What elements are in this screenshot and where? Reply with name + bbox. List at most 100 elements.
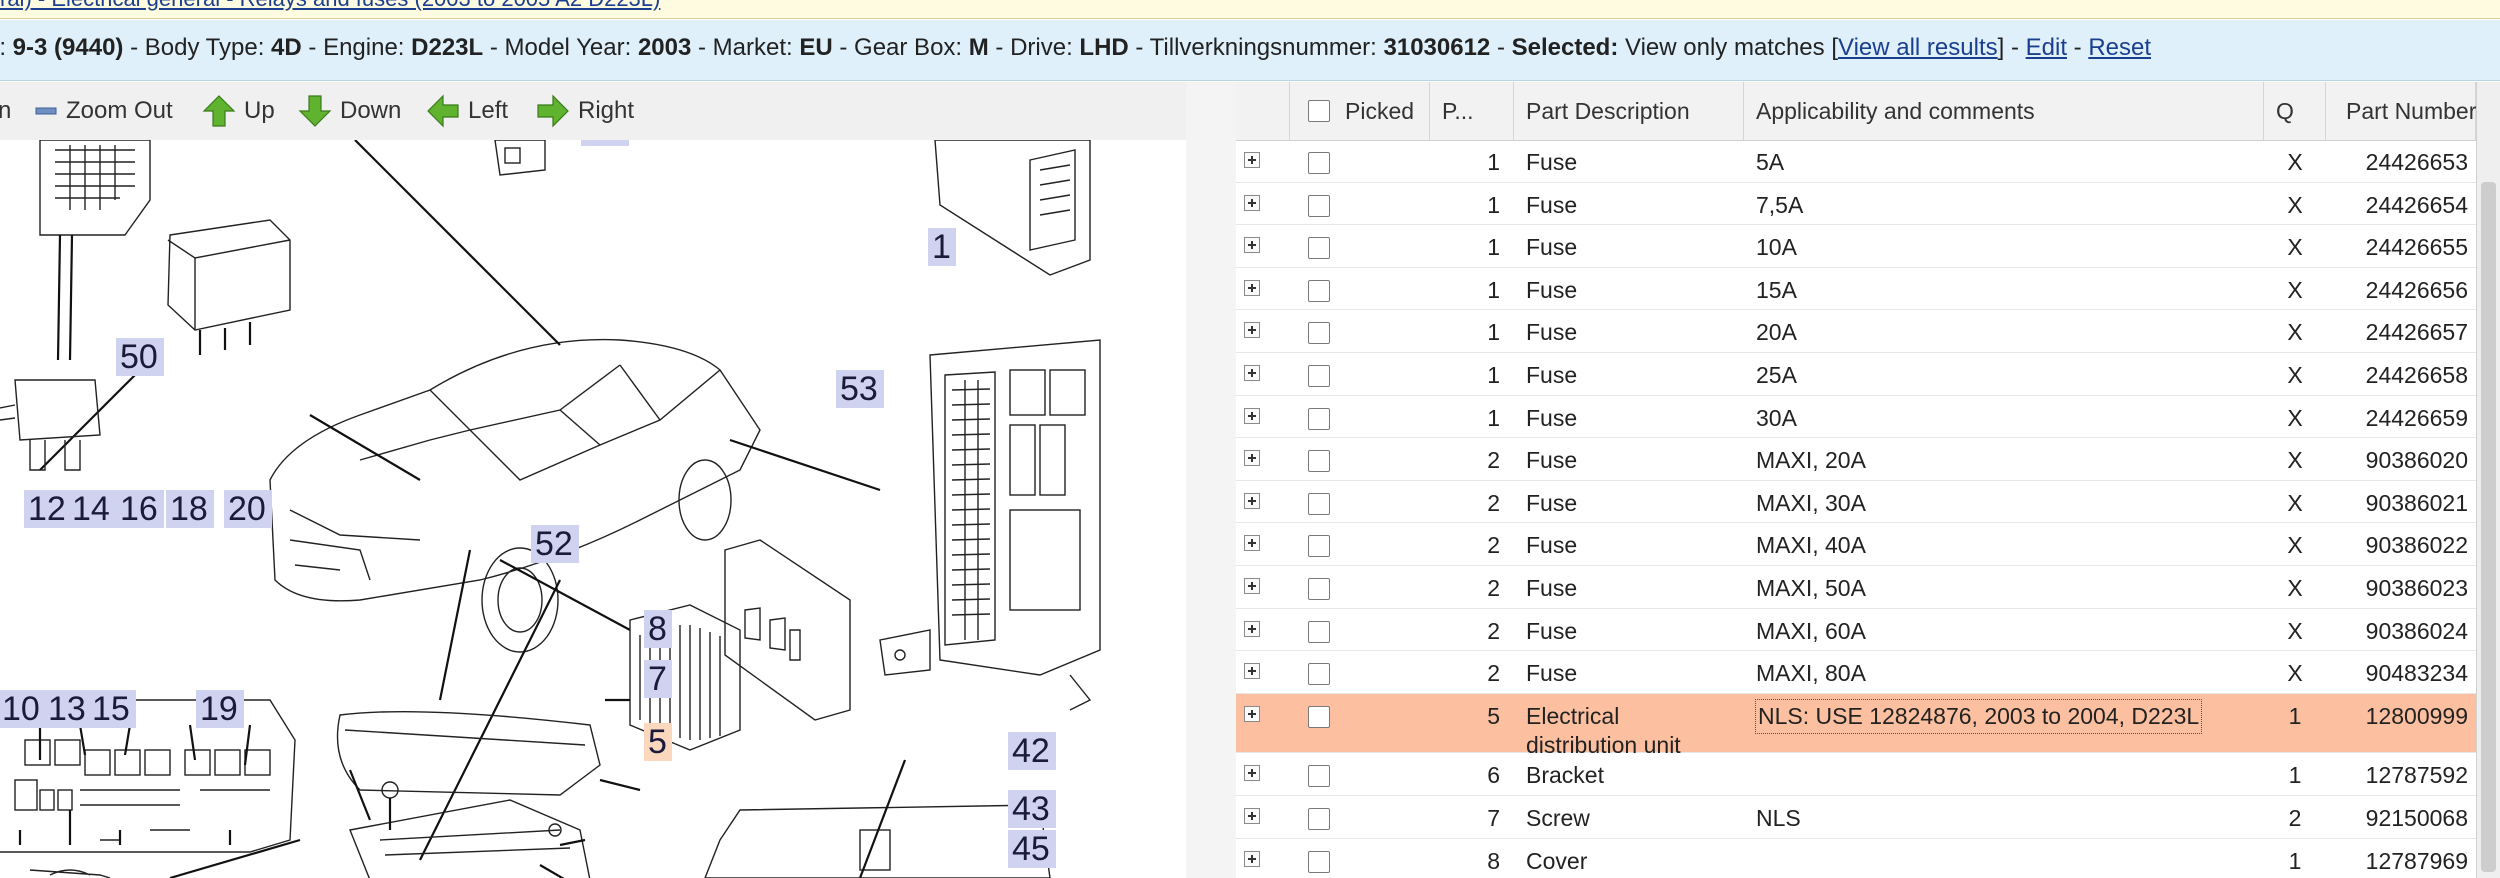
callout-label-42[interactable]: 42 <box>1012 732 1050 770</box>
row-picked-checkbox[interactable] <box>1308 850 1330 873</box>
table-row[interactable]: 1 Fuse 20A X 24426657 <box>1236 310 2476 353</box>
header-part-description[interactable]: Part Description <box>1514 82 1744 140</box>
row-expand-icon[interactable] <box>1244 194 1260 211</box>
row-picked-checkbox[interactable] <box>1308 620 1330 643</box>
header-applicability[interactable]: Applicability and comments <box>1744 82 2264 140</box>
callout-label-5[interactable]: 5 <box>648 723 667 761</box>
scrollbar-thumb[interactable] <box>2481 182 2496 872</box>
callout-label-32[interactable]: 32 <box>585 140 623 146</box>
row-picked-checkbox[interactable] <box>1308 194 1330 217</box>
callout-label-19[interactable]: 19 <box>200 690 238 728</box>
table-row[interactable]: 1 Fuse 5A X 24426653 <box>1236 140 2476 183</box>
parts-diagram[interactable]: 32 1 50 53 52 1214 16 18 20 8 7 5 101315 19 42 4345 <box>0 140 1188 878</box>
row-picked-checkbox[interactable] <box>1308 578 1330 600</box>
row-picked-checkbox[interactable] <box>1308 450 1330 473</box>
row-expand-icon[interactable] <box>1244 808 1260 825</box>
panel-divider[interactable] <box>1186 82 1236 878</box>
row-picked-checkbox[interactable] <box>1308 279 1330 302</box>
row-picked-checkbox[interactable] <box>1308 705 1330 728</box>
row-expand-icon[interactable] <box>1244 279 1260 296</box>
left-button[interactable]: Left <box>426 92 508 130</box>
select-all-checkbox[interactable] <box>1308 100 1330 122</box>
row-expand-icon[interactable] <box>1244 450 1260 467</box>
down-label: Down <box>340 97 402 124</box>
row-expand-icon[interactable] <box>1244 705 1260 722</box>
table-row[interactable]: 2 Fuse MAXI, 30A X 90386021 <box>1236 481 2476 524</box>
header-picked[interactable]: Picked <box>1290 82 1430 140</box>
model-label: l: <box>0 34 6 61</box>
callout-label-45[interactable]: 45 <box>1012 830 1050 868</box>
table-row[interactable]: 1 Fuse 25A X 24426658 <box>1236 353 2476 396</box>
row-expand-icon[interactable] <box>1244 765 1260 782</box>
table-row[interactable]: 2 Fuse MAXI, 40A X 90386022 <box>1236 523 2476 566</box>
callout-label-13[interactable]: 13 <box>48 690 86 728</box>
row-expand-icon[interactable] <box>1244 620 1260 637</box>
down-button[interactable]: Down <box>298 92 401 130</box>
row-picked-checkbox[interactable] <box>1308 237 1330 260</box>
callout-label-1[interactable]: 1 <box>932 228 951 266</box>
callout-label-8[interactable]: 8 <box>648 610 667 648</box>
row-picked-checkbox[interactable] <box>1308 535 1330 558</box>
row-expand-icon[interactable] <box>1244 237 1260 254</box>
row-picked-checkbox[interactable] <box>1308 407 1330 430</box>
row-part-description-line1: Fuse <box>1526 362 1578 388</box>
view-all-results-link[interactable]: View all results <box>1838 34 1998 61</box>
vertical-scrollbar[interactable] <box>2476 82 2500 878</box>
row-picked-checkbox[interactable] <box>1308 765 1330 788</box>
breadcrumb[interactable]: ral) - Electrical general - Relays and f… <box>0 0 660 12</box>
reset-link[interactable]: Reset <box>2088 34 2151 61</box>
header-quantity[interactable]: Q <box>2264 82 2326 140</box>
callout-label-7[interactable]: 7 <box>648 660 667 698</box>
row-picked-checkbox[interactable] <box>1308 365 1330 387</box>
table-row[interactable]: 6 Bracket 1 12787592 <box>1236 753 2476 797</box>
table-row[interactable]: 5 Electrical distribution unit NLS: USE 128… <box>1236 693 2476 758</box>
row-expand-icon[interactable] <box>1244 365 1260 381</box>
row-expand-icon[interactable] <box>1244 578 1260 594</box>
row-quantity: X <box>2287 362 2303 388</box>
callout-label-10[interactable]: 10 <box>2 690 40 728</box>
callout-label-53[interactable]: 53 <box>840 370 878 408</box>
row-expand-icon[interactable] <box>1244 535 1260 552</box>
table-row[interactable]: 1 Fuse 15A X 24426656 <box>1236 268 2476 311</box>
table-row[interactable]: 8 Cover 1 12787969 <box>1236 839 2476 878</box>
callout-label-12[interactable]: 12 <box>28 490 66 528</box>
up-button[interactable]: Up <box>202 92 275 130</box>
table-row[interactable]: 1 Fuse 7,5A X 24426654 <box>1236 183 2476 226</box>
right-button[interactable]: Right <box>536 92 634 130</box>
header-part-number[interactable]: Part Number <box>2326 82 2476 140</box>
callout-label-18[interactable]: 18 <box>170 490 208 528</box>
edit-link[interactable]: Edit <box>2026 34 2067 61</box>
zoom-out-button[interactable]: Zoom Out <box>34 92 173 130</box>
callout-label-52[interactable]: 52 <box>535 525 573 563</box>
row-expand-icon[interactable] <box>1244 850 1260 867</box>
row-part-description-line1: Fuse <box>1526 532 1578 559</box>
table-row[interactable]: 2 Fuse MAXI, 20A X 90386020 <box>1236 438 2476 481</box>
header-position[interactable]: P... <box>1430 82 1514 140</box>
row-picked-checkbox[interactable] <box>1308 152 1330 174</box>
callout-label-43[interactable]: 43 <box>1012 790 1050 828</box>
callout-label-14[interactable]: 14 <box>72 490 110 528</box>
zoom-in-button[interactable]: n <box>0 92 11 130</box>
table-row[interactable]: 1 Fuse 30A X 24426659 <box>1236 396 2476 439</box>
row-expand-icon[interactable] <box>1244 322 1260 339</box>
row-expand-icon[interactable] <box>1244 407 1260 424</box>
row-picked-checkbox[interactable] <box>1308 808 1330 831</box>
row-expand-icon[interactable] <box>1244 663 1260 680</box>
row-picked-checkbox[interactable] <box>1308 492 1330 515</box>
table-row[interactable]: 2 Fuse MAXI, 80A X 90483234 <box>1236 651 2476 694</box>
callout-label-16[interactable]: 16 <box>120 490 158 528</box>
vehicle-info-line: l: 9-3 (9440) - Body Type: 4D - Engine: … <box>0 34 2151 62</box>
callout-label-15[interactable]: 15 <box>92 690 130 728</box>
row-picked-checkbox[interactable] <box>1308 663 1330 686</box>
table-row[interactable]: 2 Fuse MAXI, 50A X 90386023 <box>1236 566 2476 609</box>
row-expand-icon[interactable] <box>1244 152 1260 168</box>
callout-label-50[interactable]: 50 <box>120 338 158 376</box>
table-row[interactable]: 2 Fuse MAXI, 60A X 90386024 <box>1236 609 2476 652</box>
table-row[interactable]: 7 Screw NLS 2 92150068 <box>1236 796 2476 839</box>
row-picked-checkbox[interactable] <box>1308 322 1330 345</box>
diagram-toolbar: n Zoom Out Up Down Left Right <box>0 82 1187 141</box>
row-position: 2 <box>1487 617 1500 644</box>
table-row[interactable]: 1 Fuse 10A X 24426655 <box>1236 225 2476 268</box>
callout-label-20[interactable]: 20 <box>228 490 266 528</box>
row-expand-icon[interactable] <box>1244 492 1260 509</box>
